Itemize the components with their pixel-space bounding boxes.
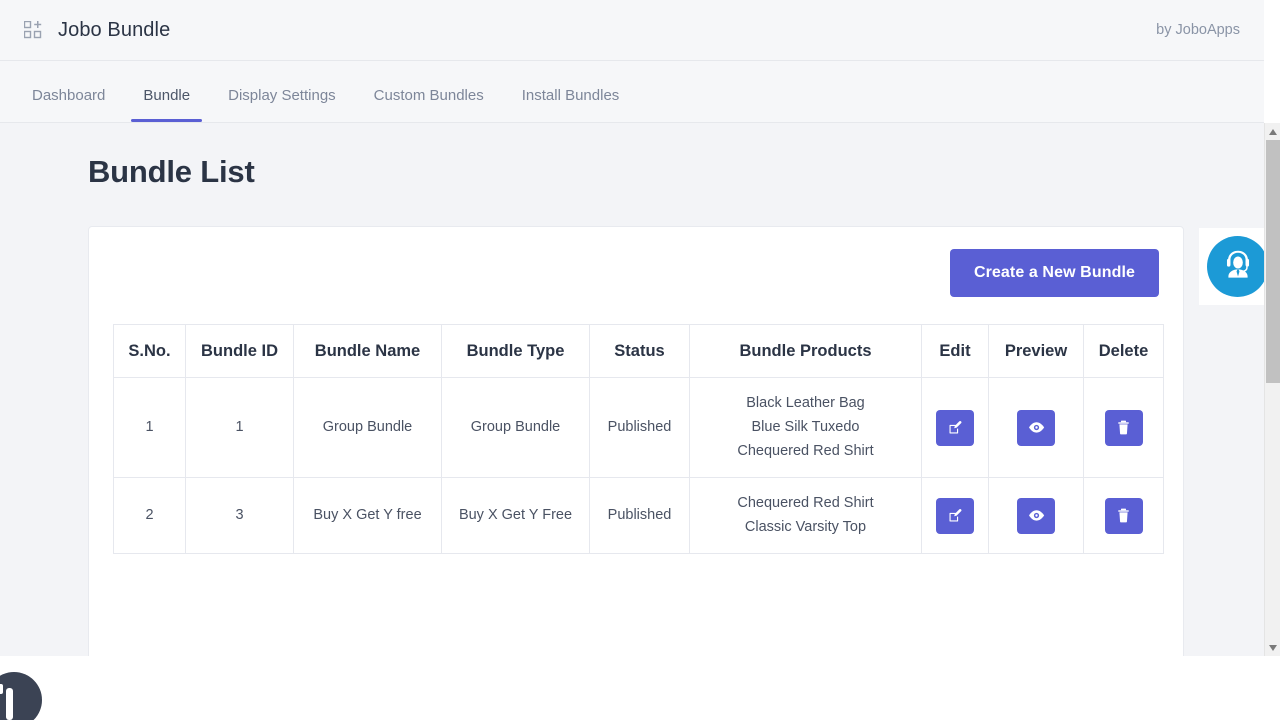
column-header-bundle-products: Bundle Products xyxy=(690,325,922,378)
scrollbar-up-arrow[interactable] xyxy=(1265,123,1280,140)
tab-bundle[interactable]: Bundle xyxy=(131,87,202,122)
cell-preview xyxy=(989,378,1084,478)
product-item: Chequered Red Shirt xyxy=(698,492,913,515)
trash-icon xyxy=(1117,508,1130,523)
tab-install-bundles[interactable]: Install Bundles xyxy=(510,87,632,122)
trash-icon xyxy=(1117,420,1130,435)
column-header-status: Status xyxy=(590,325,690,378)
tab-bar: Dashboard Bundle Display Settings Custom… xyxy=(0,61,1264,123)
table-row: 2 3 Buy X Get Y free Buy X Get Y Free Pu… xyxy=(114,478,1164,554)
bundle-table: S.No. Bundle ID Bundle Name Bundle Type … xyxy=(113,324,1164,554)
table-body: 1 1 Group Bundle Group Bundle Published … xyxy=(114,378,1164,554)
column-header-bundle-type: Bundle Type xyxy=(442,325,590,378)
cell-delete xyxy=(1084,378,1164,478)
cell-preview xyxy=(989,478,1084,554)
cell-bundle-type: Group Bundle xyxy=(442,378,590,478)
tab-custom-bundles[interactable]: Custom Bundles xyxy=(362,87,496,122)
column-header-sno: S.No. xyxy=(114,325,186,378)
preview-button[interactable] xyxy=(1017,410,1055,446)
product-item: Black Leather Bag xyxy=(698,392,913,415)
support-agent-icon xyxy=(1219,245,1257,288)
support-widget-button[interactable] xyxy=(1207,236,1268,297)
column-header-delete: Delete xyxy=(1084,325,1164,378)
column-header-bundle-name: Bundle Name xyxy=(294,325,442,378)
cell-bundle-products: Chequered Red Shirt Classic Varsity Top xyxy=(690,478,922,554)
edit-pencil-icon xyxy=(948,420,963,435)
app-header-brand: Jobo Bundle xyxy=(24,19,170,42)
cell-bundle-name: Group Bundle xyxy=(294,378,442,478)
vertical-scrollbar[interactable] xyxy=(1264,123,1280,656)
grid-plus-icon xyxy=(24,21,42,39)
cell-status: Published xyxy=(590,378,690,478)
create-new-bundle-button[interactable]: Create a New Bundle xyxy=(950,249,1159,297)
app-window: Jobo Bundle by JoboApps Dashboard Bundle… xyxy=(0,0,1280,720)
table-row: 1 1 Group Bundle Group Bundle Published … xyxy=(114,378,1164,478)
table-header-row: S.No. Bundle ID Bundle Name Bundle Type … xyxy=(114,325,1164,378)
column-header-edit: Edit xyxy=(922,325,989,378)
card-toolbar: Create a New Bundle xyxy=(89,227,1183,297)
delete-button[interactable] xyxy=(1105,410,1143,446)
column-header-preview: Preview xyxy=(989,325,1084,378)
page-body: Bundle List Create a New Bundle S.No. Bu… xyxy=(0,123,1264,656)
tab-display-settings[interactable]: Display Settings xyxy=(216,87,348,122)
table-head: S.No. Bundle ID Bundle Name Bundle Type … xyxy=(114,325,1164,378)
preview-button[interactable] xyxy=(1017,498,1055,534)
column-header-bundle-id: Bundle ID xyxy=(186,325,294,378)
edit-button[interactable] xyxy=(936,498,974,534)
cell-bundle-name: Buy X Get Y free xyxy=(294,478,442,554)
app-title: Jobo Bundle xyxy=(58,19,170,42)
cell-bundle-id: 1 xyxy=(186,378,294,478)
edit-button[interactable] xyxy=(936,410,974,446)
cell-edit xyxy=(922,378,989,478)
scrollbar-down-arrow[interactable] xyxy=(1265,639,1280,656)
cell-edit xyxy=(922,478,989,554)
app-byline: by JoboApps xyxy=(1156,22,1240,38)
scrollbar-thumb[interactable] xyxy=(1266,140,1280,383)
cell-sno: 1 xyxy=(114,378,186,478)
cell-bundle-id: 3 xyxy=(186,478,294,554)
cell-status: Published xyxy=(590,478,690,554)
eye-icon xyxy=(1028,420,1045,435)
product-item: Classic Varsity Top xyxy=(698,516,913,539)
bundle-table-wrapper: S.No. Bundle ID Bundle Name Bundle Type … xyxy=(89,297,1183,554)
eye-icon xyxy=(1028,508,1045,523)
edit-pencil-icon xyxy=(948,508,963,523)
cell-sno: 2 xyxy=(114,478,186,554)
tab-dashboard[interactable]: Dashboard xyxy=(20,87,117,122)
cell-bundle-products: Black Leather Bag Blue Silk Tuxedo Chequ… xyxy=(690,378,922,478)
page-title: Bundle List xyxy=(88,154,1264,190)
product-item: Blue Silk Tuxedo xyxy=(698,416,913,439)
page-bottom-whitespace xyxy=(0,656,1280,720)
cursor-avatar-highlight-secondary xyxy=(0,684,3,694)
bundle-list-card: Create a New Bundle S.No. Bundle ID Bund… xyxy=(88,226,1184,656)
cell-delete xyxy=(1084,478,1164,554)
delete-button[interactable] xyxy=(1105,498,1143,534)
cursor-avatar-highlight xyxy=(6,688,13,720)
product-item: Chequered Red Shirt xyxy=(698,440,913,463)
app-header: Jobo Bundle by JoboApps xyxy=(0,0,1264,61)
cell-bundle-type: Buy X Get Y Free xyxy=(442,478,590,554)
